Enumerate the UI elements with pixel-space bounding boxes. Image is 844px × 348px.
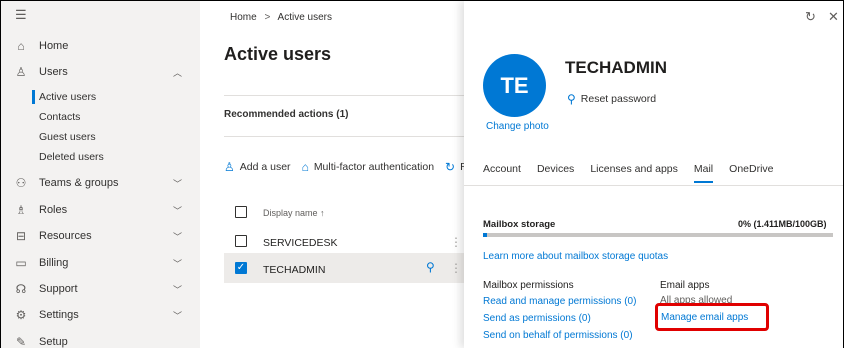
mailbox-permissions-title: Mailbox permissions [483,280,574,291]
sub-item-deleted-users[interactable]: Deleted users [1,147,200,167]
nav-label: Users [39,66,68,78]
tab-mail[interactable]: Mail [693,163,714,183]
tab-devices[interactable]: Devices [537,163,574,183]
divider [224,95,464,96]
user-name-cell[interactable]: SERVICEDESK [263,237,338,249]
mailbox-storage-label: Mailbox storage [483,219,556,230]
user-name-cell[interactable]: TECHADMIN [263,264,325,276]
nav-item-resources[interactable]: ⊟ Resources ﹀ [1,223,200,249]
row-checkbox[interactable] [235,235,247,247]
chevron-down-icon: ﹀ [173,178,183,189]
page-title: Active users [224,44,332,64]
settings-icon: ⚙ [15,308,27,322]
more-options-icon[interactable]: ⋮ [450,235,462,249]
nav-item-support[interactable]: ☊ Support ﹀ [1,276,200,302]
teams-icon: ⚇ [15,176,27,190]
column-header-display-name[interactable]: Display name ↑ [263,208,325,218]
nav-label: Settings [39,309,79,321]
sub-item-guest-users[interactable]: Guest users [1,127,200,147]
nav-label: Roles [39,204,68,216]
recommended-actions[interactable]: Recommended actions (1) [224,109,348,120]
hamburger-menu-icon[interactable]: ☰ [15,7,27,23]
chevron-up-icon: ︿ [173,67,183,78]
key-icon[interactable]: ⚲ [426,260,435,274]
nav-label: Teams & groups [39,177,119,189]
add-user-icon: ♙ [224,160,235,174]
select-all-checkbox[interactable] [235,206,247,218]
close-icon[interactable]: ✕ [828,9,839,25]
main-content: Home > Active users Active users Recomme… [200,1,474,348]
nav-item-users[interactable]: ♙ Users ︿ [1,59,200,85]
add-user-button[interactable]: Add a user [240,161,291,173]
mfa-button[interactable]: Multi-factor authentication [314,161,434,173]
read-manage-permissions-link[interactable]: Read and manage permissions (0) [483,296,636,307]
refresh-icon[interactable]: ↻ [805,9,816,25]
nav-label: Home [39,40,69,52]
mailbox-storage-bar [483,233,833,237]
send-on-behalf-permissions-link[interactable]: Send on behalf of permissions (0) [483,330,633,341]
change-photo-link[interactable]: Change photo [486,121,549,132]
billing-icon: ▭ [15,256,27,270]
tab-account[interactable]: Account [483,163,521,183]
mailbox-storage-fill [483,233,487,237]
sub-item-active-users[interactable]: Active users [1,87,200,107]
user-display-name: TECHADMIN [565,58,667,77]
email-apps-title: Email apps [660,280,710,291]
breadcrumb-home[interactable]: Home [230,12,257,23]
nav-item-roles[interactable]: ♗ Roles ﹀ [1,197,200,223]
manage-email-apps-link[interactable]: Manage email apps [661,312,748,323]
user-details-panel: ↻ ✕ TE Change photo TECHADMIN ⚲ Reset pa… [464,1,843,348]
active-indicator [32,90,35,104]
chevron-down-icon: ﹀ [173,310,183,321]
sub-item-label: Contacts [39,111,81,123]
resources-icon: ⊟ [15,229,27,243]
sub-item-label: Guest users [39,131,96,143]
command-bar: ♙ Add a user ⌂ Multi-factor authenticati… [224,160,474,174]
nav-item-settings[interactable]: ⚙ Settings ﹀ [1,302,200,328]
sub-item-label: Active users [39,91,97,103]
breadcrumb-separator: > [264,12,271,23]
chevron-down-icon: ﹀ [173,205,183,216]
breadcrumb-current: Active users [277,12,333,23]
tab-licenses-and-apps[interactable]: Licenses and apps [590,163,678,183]
row-checkbox-checked[interactable]: ✓ [235,262,247,274]
more-options-icon[interactable]: ⋮ [450,261,462,275]
nav-item-home[interactable]: ⌂ Home [1,33,200,59]
reset-password-button[interactable]: ⚲ Reset password [567,92,656,106]
nav-label: Resources [39,230,92,242]
roles-icon: ♗ [15,203,27,217]
lock-icon: ⌂ [301,160,309,174]
setup-icon: ✎ [15,335,27,348]
reset-password-label: Reset password [580,93,657,105]
nav-label: Billing [39,257,69,269]
sub-item-label: Deleted users [39,151,104,163]
nav-item-billing[interactable]: ▭ Billing ﹀ [1,250,200,276]
chevron-down-icon: ﹀ [173,284,183,295]
mailbox-storage-value: 0% (1.411MB/100GB) [738,219,827,229]
key-icon: ⚲ [567,92,576,106]
sub-item-contacts[interactable]: Contacts [1,107,200,127]
breadcrumb: Home > Active users [230,12,332,23]
tabs-divider [464,185,843,186]
home-icon: ⌂ [17,39,25,53]
chevron-down-icon: ﹀ [173,231,183,242]
left-nav: ☰ ⌂ Home ♙ Users ︿ Active users Contacts… [1,1,200,348]
send-as-permissions-link[interactable]: Send as permissions (0) [483,313,591,324]
chevron-down-icon: ﹀ [173,258,183,269]
user-icon: ♙ [15,65,27,79]
divider [224,136,464,137]
nav-label: Setup [39,336,68,348]
support-icon: ☊ [15,282,27,296]
learn-more-storage-link[interactable]: Learn more about mailbox storage quotas [483,251,668,262]
nav-label: Support [39,283,78,295]
nav-item-teams-groups[interactable]: ⚇ Teams & groups ﹀ [1,170,200,196]
refresh-icon: ↻ [445,160,456,174]
avatar[interactable]: TE [483,54,546,117]
tab-onedrive[interactable]: OneDrive [729,163,773,183]
nav-item-setup[interactable]: ✎ Setup [1,329,200,348]
panel-tabs: Account Devices Licenses and apps Mail O… [483,163,790,183]
